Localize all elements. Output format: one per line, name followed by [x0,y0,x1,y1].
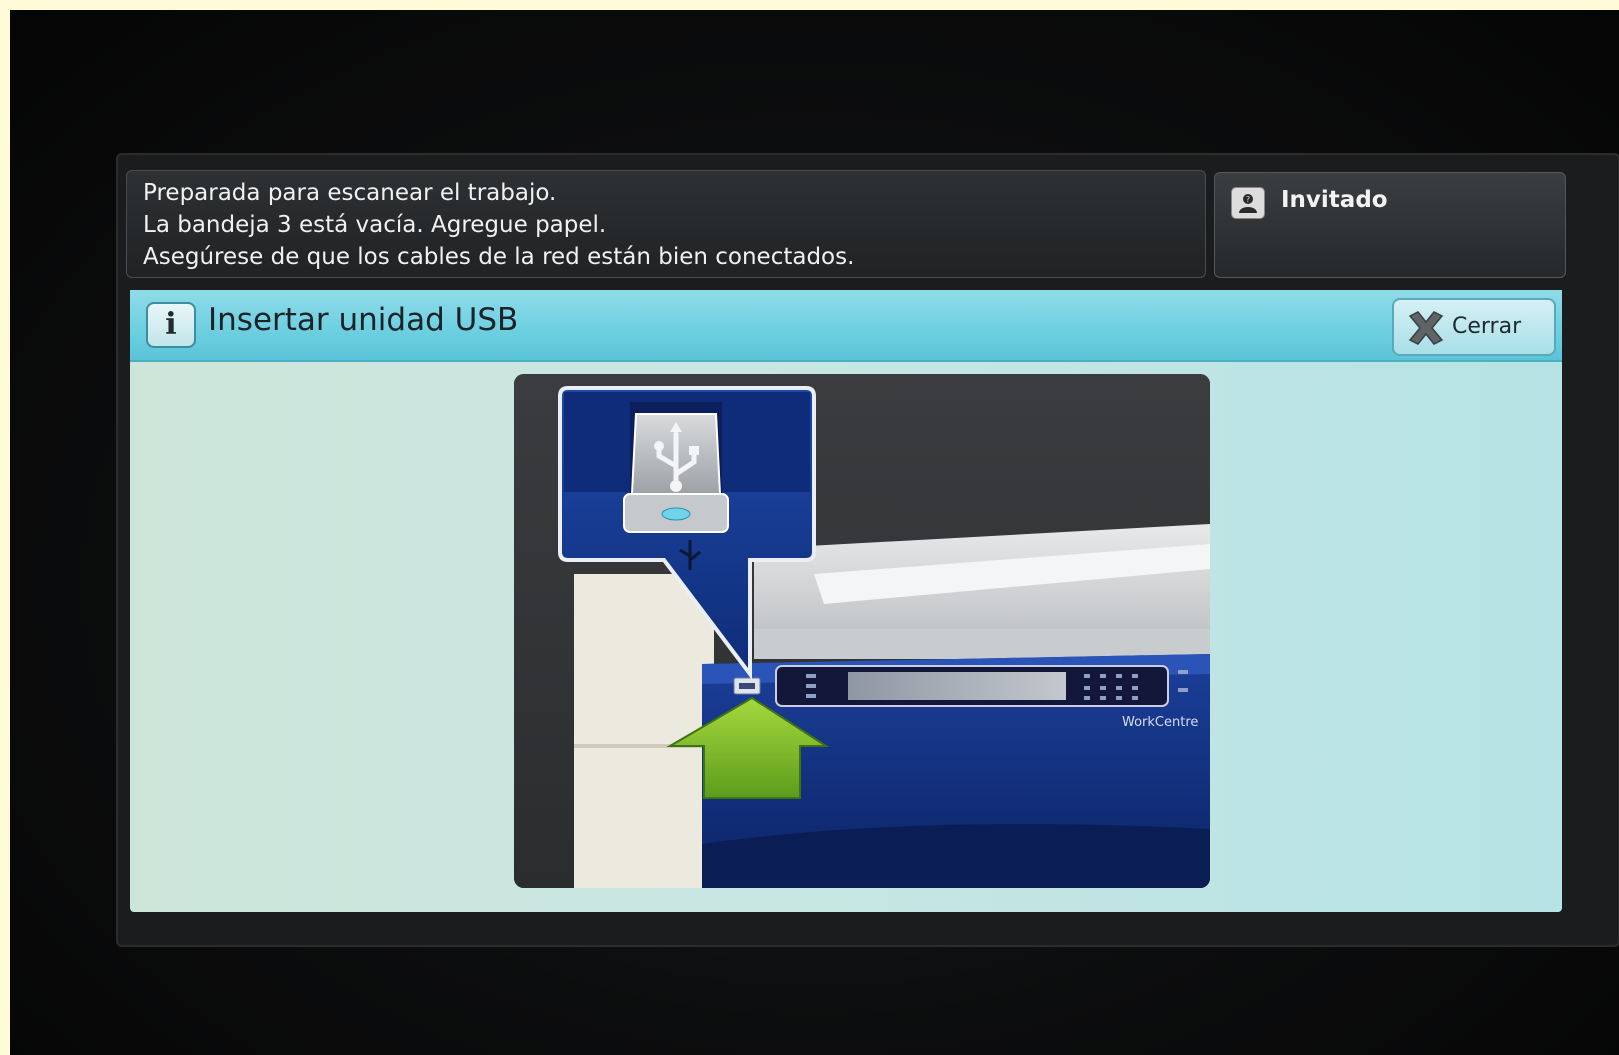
status-line-2: La bandeja 3 está vacía. Agregue papel. [143,212,607,238]
close-icon [1408,311,1444,345]
usb-icon [623,413,729,533]
usb-insert-illustration: WorkCentre [514,374,1210,888]
status-line-3: Asegúrese de que los cables de la red es… [143,244,855,270]
user-login-button[interactable]: ? Invitado [1214,172,1566,278]
dialog-header: i Insertar unidad USB Cerrar [130,290,1562,362]
close-label: Cerrar [1452,314,1522,339]
status-line-1: Preparada para escanear el trabajo. [143,180,557,206]
user-icon: ? [1231,187,1265,219]
brand-text: WorkCentre [1122,715,1198,730]
usb-dialog: i Insertar unidad USB Cerrar WorkCentre [130,290,1562,912]
user-label: Invitado [1281,187,1388,213]
status-message-area: Preparada para escanear el trabajo. La b… [126,170,1206,278]
svg-text:?: ? [1246,195,1250,204]
info-icon: i [146,302,196,348]
close-button[interactable]: Cerrar [1392,298,1556,356]
dialog-title: Insertar unidad USB [208,302,519,338]
